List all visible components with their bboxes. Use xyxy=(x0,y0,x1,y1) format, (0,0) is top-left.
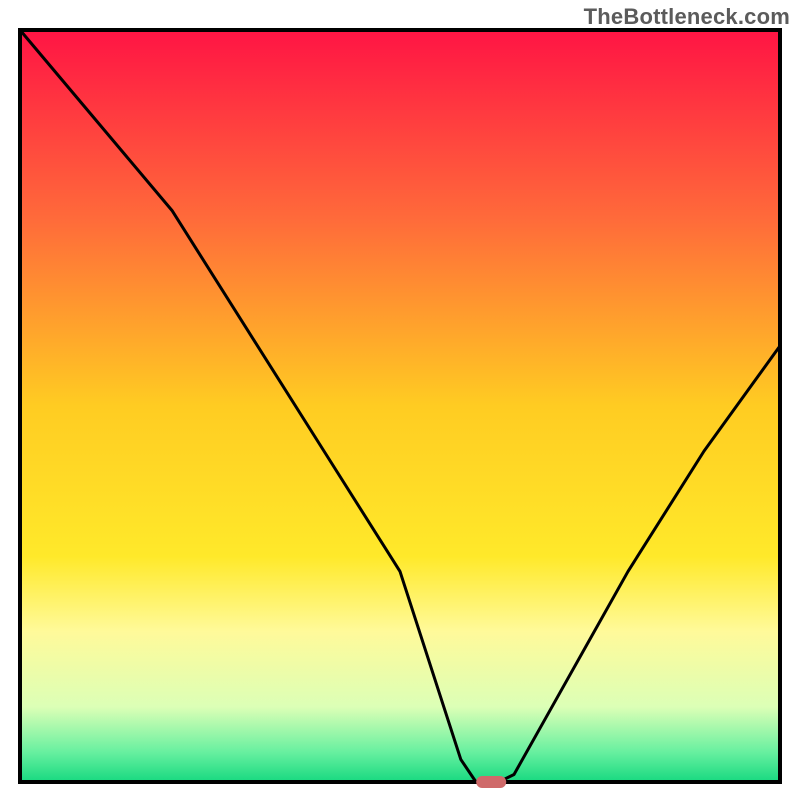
optimal-marker xyxy=(476,776,506,788)
chart-svg xyxy=(0,0,800,800)
watermark-text: TheBottleneck.com xyxy=(584,4,790,30)
plot-background xyxy=(20,30,780,782)
chart-container: TheBottleneck.com xyxy=(0,0,800,800)
